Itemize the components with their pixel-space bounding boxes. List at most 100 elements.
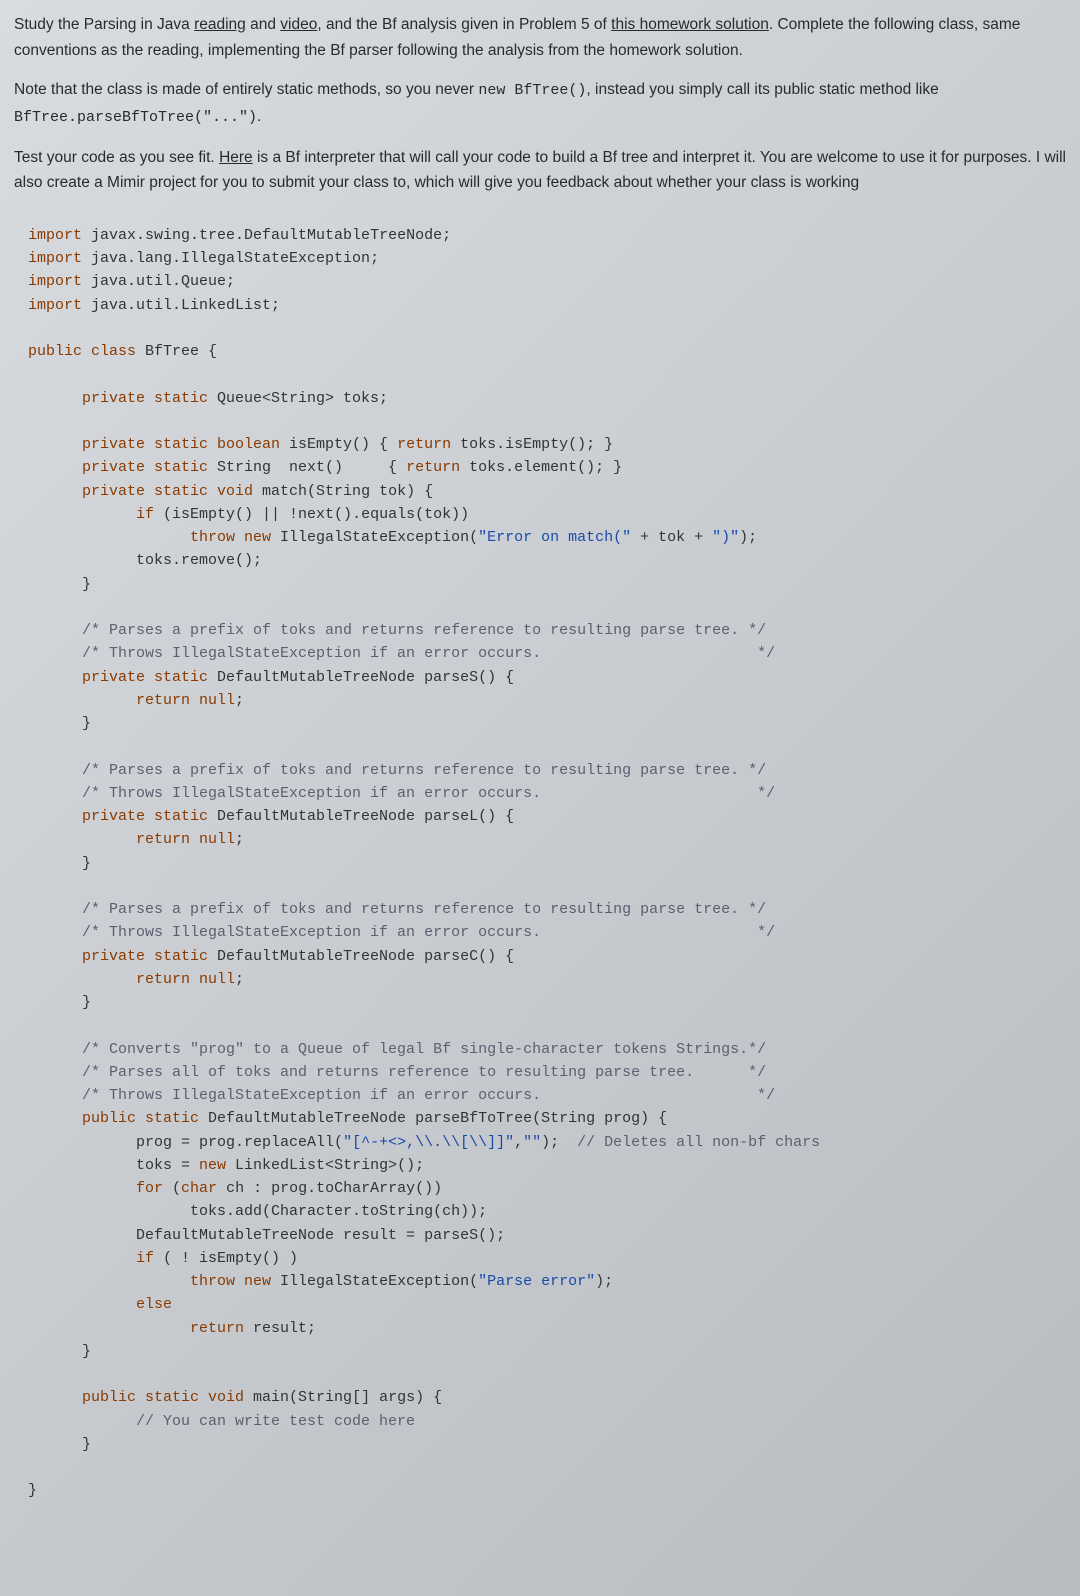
keyword: return [28,971,199,988]
keyword: import [28,297,82,314]
text: , and the Bf analysis given in Problem 5… [317,16,611,33]
code-text: ( ! isEmpty() ) [163,1250,298,1267]
code-text: ); [541,1134,577,1151]
comment: /* Throws IllegalStateException if an er… [28,785,775,802]
string: "Parse error" [478,1273,595,1290]
keyword: public static [28,1110,208,1127]
code-text: javax.swing.tree.DefaultMutableTreeNode; [82,227,451,244]
code-text: ch : prog.toCharArray()) [226,1180,442,1197]
keyword: return [406,459,460,476]
code-text: main(String[] args) { [253,1389,442,1406]
comment: /* Parses all of toks and returns refere… [28,1064,766,1081]
code-text: DefaultMutableTreeNode result = parseS()… [28,1227,505,1244]
keyword: char [181,1180,226,1197]
comment: // You can write test code here [28,1413,415,1430]
code-text: DefaultMutableTreeNode parseC() { [217,948,514,965]
instruction-paragraph-3: Test your code as you see fit. Here is a… [14,145,1066,196]
code-text: + tok + [631,529,712,546]
code-text: IllegalStateException( [280,1273,478,1290]
code-text: toks.remove(); [28,552,262,569]
keyword: null [199,692,235,709]
code-text: toks.element(); } [460,459,622,476]
code-inline: new BfTree() [478,82,586,99]
code-text: } [28,1482,37,1499]
code-text: } [28,1436,91,1453]
keyword: private static boolean [28,436,289,453]
keyword: private static [28,948,217,965]
text: and [246,16,280,33]
keyword: null [199,831,235,848]
reading-link[interactable]: reading [194,16,246,33]
instruction-paragraph-2: Note that the class is made of entirely … [14,77,1066,131]
comment: /* Throws IllegalStateException if an er… [28,645,775,662]
keyword: import [28,273,82,290]
code-text: String next() { [217,459,406,476]
keyword: if [28,1250,163,1267]
code-block: import javax.swing.tree.DefaultMutableTr… [0,214,1080,1523]
code-text: DefaultMutableTreeNode parseS() { [217,669,514,686]
code-text: } [28,715,91,732]
comment: /* Parses a prefix of toks and returns r… [28,901,766,918]
code-text: result; [253,1320,316,1337]
comment: /* Parses a prefix of toks and returns r… [28,762,766,779]
code-text: ; [235,971,244,988]
code-inline: BfTree.parseBfToTree("...") [14,109,257,126]
text: Study the Parsing in Java [14,16,194,33]
code-text: isEmpty() { [289,436,397,453]
keyword: throw new [28,1273,280,1290]
instructions-block: Study the Parsing in Java reading and vi… [0,0,1080,214]
keyword: private static [28,669,217,686]
code-text: , [514,1134,523,1151]
code-text: ; [235,831,244,848]
text: Test your code as you see fit. [14,149,219,166]
code-text: } [28,855,91,872]
string: "Error on match(" [478,529,631,546]
keyword: private static [28,390,217,407]
keyword: return [28,831,199,848]
keyword: return [28,1320,253,1337]
code-text: Queue<String> toks; [217,390,388,407]
keyword: import [28,227,82,244]
string: "" [523,1134,541,1151]
code-text: ( [172,1180,181,1197]
comment: /* Throws IllegalStateException if an er… [28,1087,775,1104]
comment: /* Throws IllegalStateException if an er… [28,924,775,941]
homework-link[interactable]: this homework solution [611,16,769,33]
string: "[^-+<>,\\.\\[\\]]" [343,1134,514,1151]
class-name: BfTree [145,343,199,360]
video-link[interactable]: video [280,16,317,33]
comment: // Deletes all non-bf chars [577,1134,820,1151]
code-text: java.util.Queue; [82,273,235,290]
code-text: (isEmpty() || !next().equals(tok)) [154,506,469,523]
code-text: toks = [28,1157,199,1174]
code-text: toks.isEmpty(); } [451,436,613,453]
here-link[interactable]: Here [219,149,253,166]
code-text: DefaultMutableTreeNode parseBfToTree(Str… [208,1110,667,1127]
code-text: prog = prog.replaceAll( [28,1134,343,1151]
code-text: match(String tok) { [262,483,433,500]
code-text: toks.add(Character.toString(ch)); [28,1203,487,1220]
code-text: } [28,1343,91,1360]
keyword: null [199,971,235,988]
text: , instead you simply call its public sta… [586,81,938,98]
keyword: else [28,1296,172,1313]
keyword: return [28,692,199,709]
keyword: for [28,1180,172,1197]
keyword: public static void [28,1389,253,1406]
text: . [257,108,261,125]
code-text: java.util.LinkedList; [82,297,280,314]
code-text: ; [235,692,244,709]
code-text: } [28,994,91,1011]
code-text: { [199,343,217,360]
comment: /* Converts "prog" to a Queue of legal B… [28,1041,766,1058]
keyword: return [397,436,451,453]
string: ")" [712,529,739,546]
code-text: IllegalStateException( [280,529,478,546]
code-text: } [28,576,91,593]
code-text: java.lang.IllegalStateException; [82,250,379,267]
keyword: private static [28,808,217,825]
keyword: private static void [28,483,262,500]
keyword: import [28,250,82,267]
comment: /* Parses a prefix of toks and returns r… [28,622,766,639]
keyword: if [28,506,154,523]
